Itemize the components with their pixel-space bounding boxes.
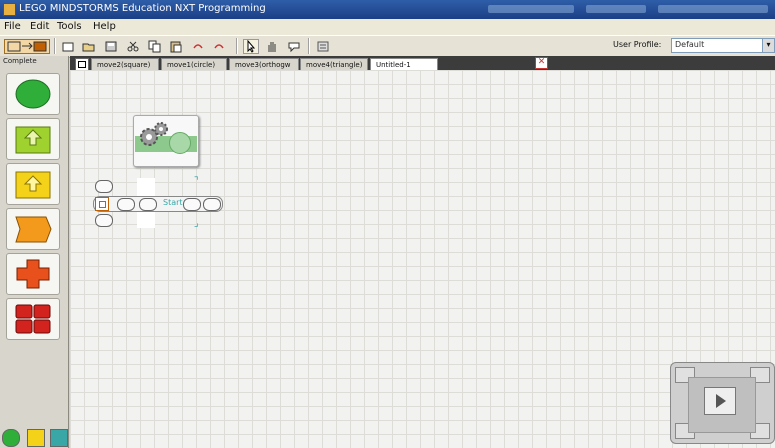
- tab-program[interactable]: move3(orthogw: [229, 58, 299, 70]
- pan-tool-icon[interactable]: [264, 39, 280, 54]
- undo-icon[interactable]: [190, 39, 206, 54]
- open-folder-icon[interactable]: [81, 39, 97, 54]
- custom-palette-icon[interactable]: [315, 39, 331, 54]
- selection-bracket: ⌝: [194, 176, 199, 187]
- menu-help[interactable]: Help: [93, 21, 116, 32]
- tab-program[interactable]: move1(circle): [161, 58, 227, 70]
- toolbar-separator: [308, 38, 310, 54]
- new-icon[interactable]: [60, 39, 76, 54]
- comment-tool-icon[interactable]: [286, 39, 302, 54]
- app-icon: [3, 3, 16, 16]
- menu-bar: File Edit Tools Help: [0, 19, 775, 35]
- action-block-icon: [15, 126, 51, 154]
- palette-flow-button[interactable]: [6, 208, 60, 250]
- nxt-window-button[interactable]: [4, 39, 50, 54]
- common-palette-tab[interactable]: [2, 429, 20, 447]
- titlebar-ghost: [488, 5, 574, 13]
- menu-file[interactable]: File: [4, 21, 21, 32]
- tab-program[interactable]: move4(triangle): [300, 58, 368, 70]
- nxt-controller: [670, 362, 775, 444]
- beam-start-label: Start: [163, 198, 183, 207]
- start-icon: [95, 197, 109, 211]
- download-and-run-button[interactable]: [704, 387, 736, 415]
- beam-connector: [139, 198, 157, 211]
- gears-icon: [140, 122, 168, 146]
- selection-bracket: ⌟: [194, 218, 199, 229]
- user-profile-value: Default: [675, 40, 705, 49]
- tab-program-active[interactable]: Untitled-1: [370, 58, 438, 70]
- cut-icon[interactable]: [125, 39, 141, 54]
- user-profile-label: User Profile:: [613, 40, 662, 49]
- close-tab-icon[interactable]: ✕: [535, 57, 548, 69]
- beam-connector: [203, 198, 221, 211]
- titlebar-ghost: [658, 5, 768, 13]
- advanced-block-icon: [15, 304, 51, 334]
- sensor-block-icon: [15, 171, 51, 199]
- palette-common-button[interactable]: [6, 73, 60, 115]
- title-bar: LEGO MINDSTORMS Education NXT Programmin…: [0, 0, 775, 19]
- data-block-icon: [16, 259, 50, 289]
- paste-icon[interactable]: [168, 39, 184, 54]
- palette-sensor-button[interactable]: [6, 163, 60, 205]
- palette-advanced-button[interactable]: [6, 298, 60, 340]
- window-title: LEGO MINDSTORMS Education NXT Programmin…: [19, 3, 266, 14]
- beam-connector: [95, 180, 113, 193]
- complete-palette-tab[interactable]: [27, 429, 45, 447]
- redo-icon[interactable]: [211, 39, 227, 54]
- beam-connector: [95, 214, 113, 227]
- copy-icon[interactable]: [147, 39, 163, 54]
- menu-edit[interactable]: Edit: [30, 21, 49, 32]
- palette-title: Complete: [3, 57, 37, 65]
- play-icon: [716, 394, 726, 408]
- common-block-icon: [15, 79, 51, 109]
- pointer-tool-icon[interactable]: [243, 39, 259, 54]
- palette-action-button[interactable]: [6, 118, 60, 160]
- move-block[interactable]: [133, 115, 199, 167]
- tab-program[interactable]: move2(square): [91, 58, 159, 70]
- palette-data-button[interactable]: [6, 253, 60, 295]
- custom-palette-tab[interactable]: [50, 429, 68, 447]
- flow-block-icon: [15, 216, 52, 243]
- beam-connector: [183, 198, 201, 211]
- titlebar-ghost: [586, 5, 646, 13]
- save-icon[interactable]: [103, 39, 119, 54]
- toolbar-separator: [236, 38, 238, 54]
- beam-connector: [117, 198, 135, 211]
- chevron-down-icon[interactable]: ▾: [762, 39, 774, 52]
- toolbar-separator: [54, 38, 56, 54]
- menu-tools[interactable]: Tools: [57, 21, 82, 32]
- user-profile-select[interactable]: Default ▾: [671, 38, 775, 53]
